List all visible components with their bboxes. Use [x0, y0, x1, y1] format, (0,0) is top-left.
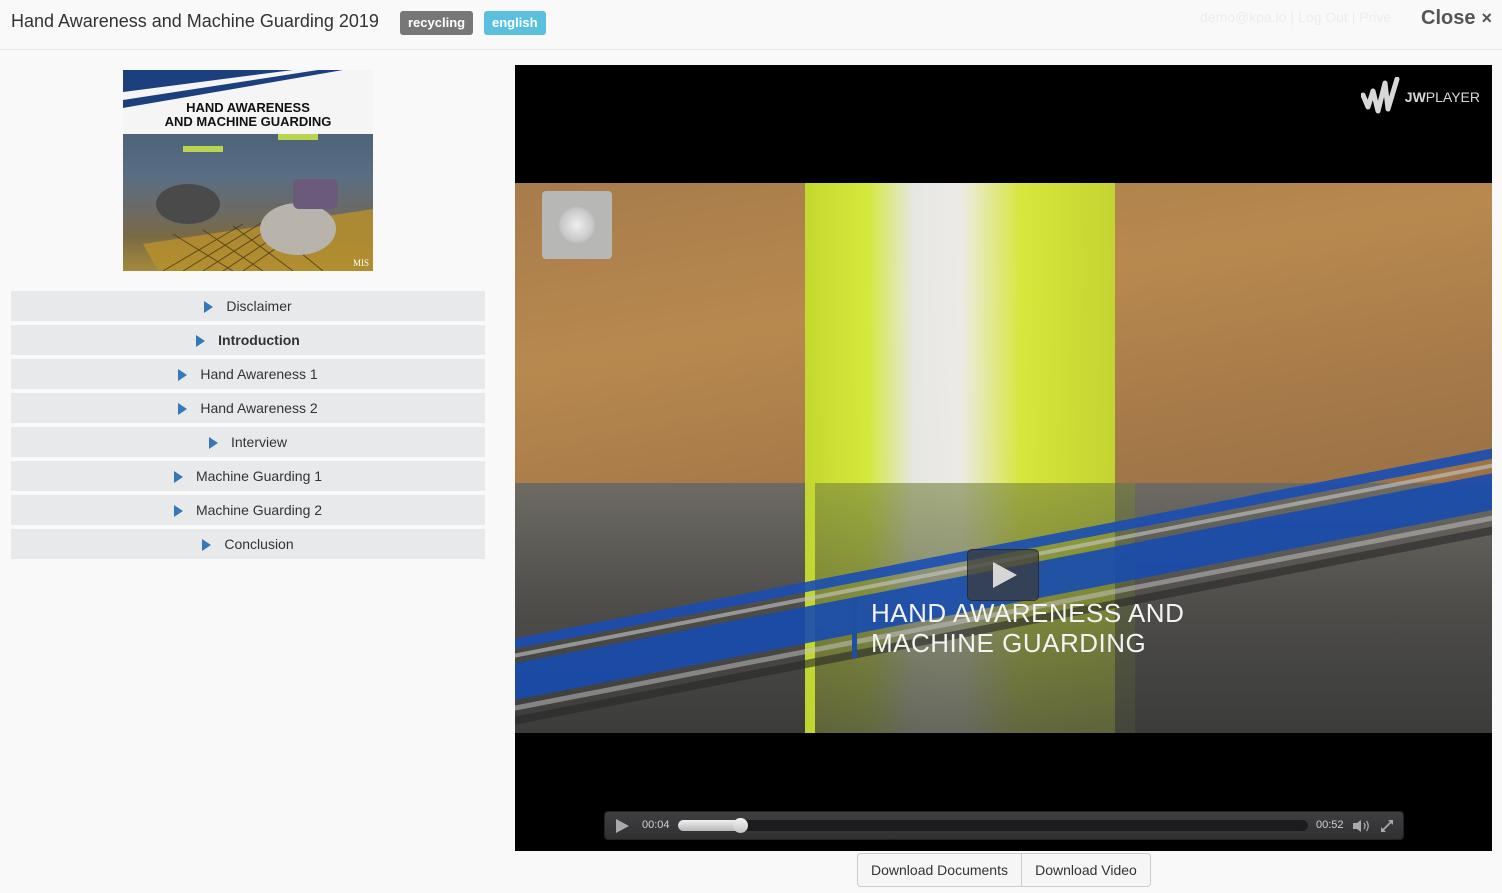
- jwplayer-wave-icon: [1360, 77, 1400, 114]
- category-badge: recycling: [400, 11, 474, 35]
- video-player[interactable]: JWPLAYER HAND AWARENESS AND MACHINE GUAR…: [515, 65, 1492, 851]
- video-overlay-title: HAND AWARENESS AND MACHINE GUARDING: [852, 598, 1184, 658]
- download-documents-button[interactable]: Download Documents: [857, 853, 1022, 887]
- thumbnail-banner: HAND AWARENESS AND MACHINE GUARDING: [123, 70, 373, 134]
- chapter-list: Disclaimer Introduction Hand Awareness 1…: [11, 291, 485, 563]
- play-triangle-icon: [178, 369, 188, 381]
- jwplayer-wordmark: JWPLAYER: [1404, 89, 1480, 105]
- chapter-item[interactable]: Machine Guarding 1: [11, 461, 485, 491]
- elapsed-time: 00:04: [642, 819, 670, 831]
- play-triangle-icon: [202, 539, 212, 551]
- play-triangle-icon: [173, 471, 183, 483]
- play-triangle-icon: [178, 403, 188, 415]
- play-triangle-icon: [196, 335, 206, 347]
- play-triangle-icon: [204, 301, 214, 313]
- download-actions: Download Documents Download Video: [857, 853, 1151, 887]
- chapter-item[interactable]: Machine Guarding 2: [11, 495, 485, 525]
- chapter-label: Hand Awareness 1: [200, 366, 318, 382]
- duration-time: 00:52: [1316, 819, 1344, 831]
- chapter-item[interactable]: Disclaimer: [11, 291, 485, 321]
- chapter-item[interactable]: Conclusion: [11, 529, 485, 559]
- chapter-item[interactable]: Introduction: [11, 325, 485, 355]
- chapter-item[interactable]: Hand Awareness 2: [11, 393, 485, 423]
- chapter-label: Interview: [230, 434, 288, 450]
- modal-header: Hand Awareness and Machine Guarding 2019…: [0, 0, 1502, 50]
- chapter-label: Disclaimer: [226, 298, 292, 314]
- thumbnail-photo: MIS: [123, 134, 373, 271]
- close-label: Close: [1421, 7, 1476, 29]
- thumbnail-title: HAND AWARENESS AND MACHINE GUARDING: [123, 101, 373, 129]
- play-pause-button[interactable]: [616, 819, 629, 833]
- big-play-button[interactable]: [967, 549, 1039, 601]
- background-user-links: demo@kpa.io | Log Out | Prive: [1200, 9, 1392, 25]
- seek-bar[interactable]: [678, 818, 1308, 833]
- play-icon: [993, 562, 1017, 588]
- gloved-hands-on-mesh-image: [143, 134, 373, 271]
- play-triangle-icon: [173, 505, 183, 517]
- thumbnail-title-line1: HAND AWARENESS: [186, 100, 310, 115]
- overlay-title-line1: HAND AWARENESS AND: [871, 598, 1185, 628]
- chapter-item[interactable]: Interview: [11, 427, 485, 457]
- volume-icon[interactable]: [1353, 819, 1371, 838]
- language-badge: english: [484, 11, 546, 35]
- player-controlbar: 00:04 00:52: [604, 811, 1404, 840]
- thumbnail-watermark: MIS: [352, 258, 369, 268]
- thumbnail-title-line2: AND MACHINE GUARDING: [164, 114, 332, 129]
- chapter-label: Hand Awareness 2: [200, 400, 318, 416]
- chapter-label: Introduction: [218, 332, 300, 348]
- close-icon: ×: [1481, 8, 1492, 28]
- chapter-label: Conclusion: [224, 536, 294, 552]
- seek-bar-progress: [678, 820, 740, 831]
- course-thumbnail: HAND AWARENESS AND MACHINE GUARDING MIS: [123, 70, 373, 271]
- junction-box-image: [542, 191, 612, 259]
- chapter-item[interactable]: Hand Awareness 1: [11, 359, 485, 389]
- video-title: Hand Awareness and Machine Guarding 2019: [11, 11, 379, 31]
- close-button[interactable]: Close ×: [1421, 7, 1492, 30]
- overlay-title-line2: MACHINE GUARDING: [871, 628, 1147, 658]
- video-frame[interactable]: HAND AWARENESS AND MACHINE GUARDING: [515, 183, 1492, 733]
- download-video-button[interactable]: Download Video: [1022, 853, 1151, 887]
- chapter-label: Machine Guarding 1: [195, 468, 323, 484]
- chapter-label: Machine Guarding 2: [195, 502, 323, 518]
- play-triangle-icon: [208, 437, 218, 449]
- seek-handle[interactable]: [733, 818, 748, 833]
- fullscreen-icon[interactable]: [1380, 819, 1394, 838]
- jwplayer-logo: JWPLAYER: [1360, 77, 1480, 117]
